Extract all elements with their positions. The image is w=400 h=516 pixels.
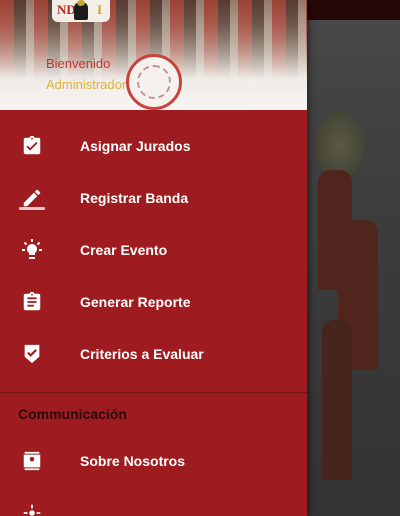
communication-menu: Sobre Nosotros: [0, 435, 307, 516]
navigation-drawer: ND I Bienvenido Administrador Asignar Ju…: [0, 0, 307, 516]
menu-item-registrar-banda[interactable]: Registrar Banda: [0, 172, 307, 224]
menu-item-generar-reporte[interactable]: Generar Reporte: [0, 276, 307, 328]
logo-figure-icon: [74, 0, 88, 20]
menu-item-label: Crear Evento: [80, 242, 168, 258]
logo-letters-right: I: [97, 2, 103, 17]
menu-item-sobre-nosotros[interactable]: Sobre Nosotros: [0, 435, 307, 487]
logo-letters-left: ND: [57, 2, 76, 17]
event-bulb-icon: [20, 238, 44, 262]
app-logo: ND I: [52, 0, 110, 22]
share-icon: [20, 501, 44, 516]
menu-item-partial[interactable]: [0, 487, 307, 516]
assignment-check-icon: [20, 134, 44, 158]
report-clipboard-icon: [20, 290, 44, 314]
menu-item-criterios-a-evaluar[interactable]: Criterios a Evaluar: [0, 328, 307, 380]
menu-item-label: Registrar Banda: [80, 190, 189, 206]
main-menu: Asignar Jurados Registrar Banda Crear Ev…: [0, 120, 307, 380]
user-role-text: Administrador: [46, 77, 127, 92]
contact-card-icon: [20, 449, 44, 473]
menu-item-label: Asignar Jurados: [80, 138, 191, 154]
menu-item-crear-evento[interactable]: Crear Evento: [0, 224, 307, 276]
welcome-text: Bienvenido: [46, 56, 111, 71]
section-title-communication: Communicación: [18, 406, 127, 422]
menu-item-label: Generar Reporte: [80, 294, 191, 310]
drawer-header: ND I Bienvenido Administrador: [0, 0, 307, 110]
menu-item-label: Sobre Nosotros: [80, 453, 186, 469]
menu-item-label: Criterios a Evaluar: [80, 346, 204, 362]
pen-underline: [19, 207, 45, 210]
checklist-shield-icon: [20, 342, 44, 366]
drum-image: [126, 54, 182, 110]
menu-item-asignar-jurados[interactable]: Asignar Jurados: [0, 120, 307, 172]
